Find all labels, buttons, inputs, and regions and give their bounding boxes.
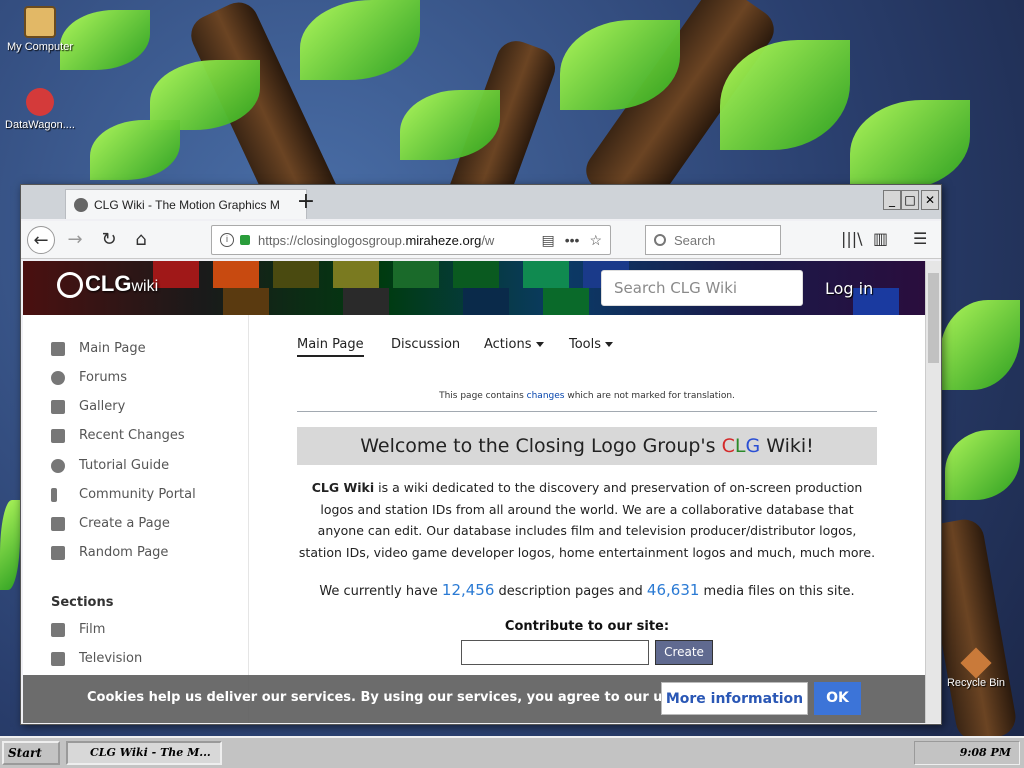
sidebar-item-create-page[interactable]: Create a Page <box>51 516 170 531</box>
desktop-icon-recycle-bin[interactable]: Recycle Bin <box>936 647 1016 689</box>
site-stats: We currently have 12,456 description pag… <box>319 581 855 599</box>
sidebar-item-television[interactable]: Television <box>51 651 142 666</box>
info-icon[interactable]: i <box>220 233 234 247</box>
person-icon <box>51 487 57 502</box>
sidebar-item-main-page[interactable]: Main Page <box>51 341 146 356</box>
close-window-button[interactable]: ✕ <box>921 190 939 210</box>
image-icon <box>51 399 65 414</box>
chart-icon <box>51 428 65 443</box>
clock[interactable]: 9:08 PM <box>960 746 1011 759</box>
reload-button[interactable]: ↻ <box>95 226 123 254</box>
chevron-down-icon <box>535 342 544 347</box>
page-actions-icon[interactable]: ••• <box>565 232 580 248</box>
page-content: CLGwiki Search CLG Wiki Log in Main Page… <box>23 261 925 723</box>
sidebar: Main Page Forums Gallery Recent Changes … <box>23 315 249 723</box>
file-icon <box>51 341 65 356</box>
intro-paragraph: CLG Wiki is a wiki dedicated to the disc… <box>298 480 876 560</box>
search-icon <box>654 234 666 246</box>
new-tab-button[interactable]: + <box>291 187 321 217</box>
maximize-button[interactable]: □ <box>901 190 919 210</box>
search-placeholder: Search <box>674 232 716 248</box>
desktop-icon-label: DataWagon.... <box>5 119 75 131</box>
minimize-button[interactable]: _ <box>883 190 901 210</box>
browser-window: CLG Wiki - The Motion Graphics M + _ □ ✕… <box>20 184 942 725</box>
desktop-icon-my-computer[interactable]: My Computer <box>0 6 80 53</box>
sidebar-item-random-page[interactable]: Random Page <box>51 545 168 560</box>
navigation-bar: ← → ↻ ⌂ i https://closinglogosgroup.mira… <box>21 221 941 259</box>
create-page-input[interactable] <box>461 640 649 665</box>
scrollbar-thumb[interactable] <box>928 273 939 363</box>
monitor-icon <box>51 651 65 666</box>
library-icon[interactable]: |||\ <box>841 229 863 248</box>
bookmark-star-icon[interactable]: ☆ <box>589 232 602 249</box>
chevron-down-icon <box>605 342 614 347</box>
sidebar-item-forums[interactable]: Forums <box>51 370 127 385</box>
changes-link[interactable]: changes <box>527 391 565 401</box>
tab-bar: CLG Wiki - The Motion Graphics M + _ □ ✕ <box>21 185 941 219</box>
browser-search-bar[interactable]: Search <box>645 225 781 255</box>
translation-notice: This page contains changes which are not… <box>439 391 735 401</box>
address-bar[interactable]: i https://closinglogosgroup.miraheze.org… <box>211 225 611 255</box>
login-link[interactable]: Log in <box>825 279 873 298</box>
menu-icon[interactable]: ☰ <box>913 229 927 248</box>
sections-heading: Sections <box>51 595 114 610</box>
taskbar-item-browser[interactable]: CLG Wiki - The M... <box>66 741 222 765</box>
vertical-scrollbar[interactable] <box>925 261 941 723</box>
sidebar-item-film[interactable]: Film <box>51 622 105 637</box>
sidebar-item-recent-changes[interactable]: Recent Changes <box>51 428 185 443</box>
lock-icon <box>240 235 250 245</box>
media-count[interactable]: 46,631 <box>647 581 700 599</box>
film-icon <box>51 622 65 637</box>
taskbar: Start CLG Wiki - The M... 9:08 PM <box>0 736 1024 768</box>
desktop-icon-datawagon[interactable]: DataWagon.... <box>0 88 80 131</box>
divider <box>297 411 877 412</box>
favicon-icon <box>74 197 88 212</box>
tab-title: CLG Wiki - The Motion Graphics M <box>94 197 280 212</box>
shortcut-icon <box>26 88 54 116</box>
site-banner: CLGwiki Search CLG Wiki Log in <box>23 261 925 315</box>
forward-button[interactable]: → <box>61 226 89 254</box>
create-button[interactable]: Create <box>655 640 713 665</box>
url-text: https://closinglogosgroup.miraheze.org/w <box>258 232 495 248</box>
tab-main-page[interactable]: Main Page <box>297 337 364 357</box>
cookie-banner: Cookies help us deliver our services. By… <box>23 675 925 723</box>
logo-ring-icon <box>57 272 83 299</box>
tab-actions[interactable]: Actions <box>484 337 544 352</box>
recycle-bin-icon <box>960 647 992 679</box>
sidebar-toggle-icon[interactable]: ▥ <box>873 229 888 248</box>
home-button[interactable]: ⌂ <box>127 226 155 254</box>
computer-icon <box>24 6 56 38</box>
wiki-search-input[interactable]: Search CLG Wiki <box>601 270 803 306</box>
back-button[interactable]: ← <box>27 226 55 254</box>
sidebar-item-gallery[interactable]: Gallery <box>51 399 125 414</box>
sidebar-item-community-portal[interactable]: Community Portal <box>51 487 196 502</box>
reader-view-icon[interactable]: ▤ <box>541 232 554 249</box>
system-tray: 9:08 PM <box>914 741 1020 765</box>
dice-icon <box>51 545 65 560</box>
desktop-icon-label: My Computer <box>6 41 74 53</box>
chat-icon <box>51 370 65 385</box>
question-icon <box>51 458 65 473</box>
tab-tools[interactable]: Tools <box>569 337 614 352</box>
sidebar-item-tutorial-guide[interactable]: Tutorial Guide <box>51 458 169 473</box>
plus-icon <box>51 516 65 531</box>
tab-discussion[interactable]: Discussion <box>391 337 460 352</box>
welcome-banner: Welcome to the Closing Logo Group's CLG … <box>297 427 877 465</box>
cookie-ok-button[interactable]: OK <box>814 682 861 715</box>
more-information-button[interactable]: More information <box>661 682 808 715</box>
page-count[interactable]: 12,456 <box>442 581 495 599</box>
site-logo[interactable]: CLGwiki <box>57 271 158 299</box>
start-button[interactable]: Start <box>2 741 60 765</box>
desktop-icon-label: Recycle Bin <box>946 677 1006 689</box>
contribute-heading: Contribute to our site: <box>504 619 670 634</box>
tab-clg-wiki[interactable]: CLG Wiki - The Motion Graphics M <box>65 189 307 219</box>
